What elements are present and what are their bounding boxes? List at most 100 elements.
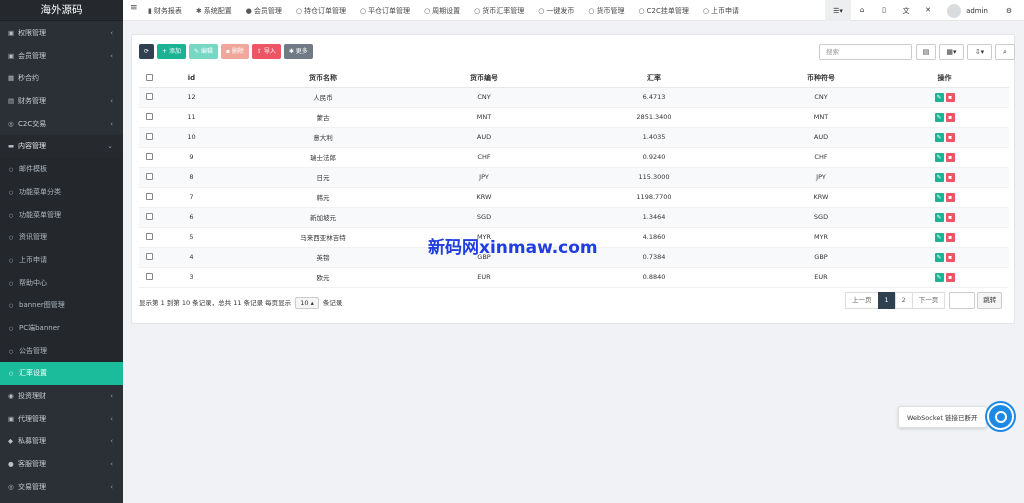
delete-row-icon[interactable]: ▪: [945, 92, 955, 102]
edit-row-icon[interactable]: ✎: [934, 92, 944, 102]
top-nav-item-5[interactable]: ○ 周期设置: [424, 6, 460, 16]
sidebar-item-12[interactable]: ○ banner图管理: [0, 294, 123, 317]
edit-row-icon[interactable]: ✎: [934, 152, 944, 162]
top-nav-item-2[interactable]: ● 会员管理: [246, 6, 282, 16]
table-row[interactable]: 3 欧元 EUR 0.8840 EUR ✎ ▪: [139, 267, 1009, 288]
edit-button[interactable]: ✎ 编辑: [188, 44, 218, 59]
translate-icon[interactable]: 文: [895, 6, 917, 16]
header-symbol[interactable]: 币种符号: [762, 70, 880, 88]
edit-row-icon[interactable]: ✎: [934, 212, 944, 222]
table-row[interactable]: 12 人民币 CNY 6.4713 CNY ✎ ▪: [139, 87, 1009, 108]
delete-row-icon[interactable]: ▪: [945, 252, 955, 262]
delete-row-icon[interactable]: ▪: [945, 172, 955, 182]
edit-row-icon[interactable]: ✎: [934, 192, 944, 202]
edit-row-icon[interactable]: ✎: [934, 272, 944, 282]
home-icon[interactable]: ⌂: [851, 6, 873, 16]
page-2-button[interactable]: 2: [894, 292, 913, 309]
delete-row-icon[interactable]: ▪: [945, 192, 955, 202]
next-page-button[interactable]: 下一页: [911, 292, 946, 309]
header-name[interactable]: 货币名称: [224, 70, 422, 88]
toggle-view-icon[interactable]: ▤: [916, 44, 936, 60]
sidebar-item-3[interactable]: ▤ 财务管理 ‹: [0, 90, 123, 113]
sidebar-item-18[interactable]: ◆ 私募管理 ‹: [0, 430, 123, 453]
top-nav-item-3[interactable]: ○ 持仓订单管理: [296, 6, 346, 16]
search-input[interactable]: 搜索: [819, 44, 912, 60]
sidebar-item-8[interactable]: ○ 功能菜单管理: [0, 203, 123, 227]
table-row[interactable]: 8 日元 JPY 115.3000 JPY ✎ ▪: [139, 167, 1009, 188]
header-code[interactable]: 货币编号: [422, 70, 546, 88]
row-checkbox[interactable]: [139, 207, 159, 228]
jump-page-input[interactable]: [949, 292, 976, 309]
edit-row-icon[interactable]: ✎: [934, 132, 944, 142]
table-row[interactable]: 6 新加坡元 SGD 1.3464 SGD ✎ ▪: [139, 207, 1009, 228]
row-checkbox[interactable]: [139, 127, 159, 148]
sidebar-item-19[interactable]: ● 客服管理 ‹: [0, 453, 123, 476]
top-nav-item-1[interactable]: ✱ 系统配置: [196, 6, 232, 16]
add-button[interactable]: + 添加: [157, 44, 186, 59]
sidebar-item-7[interactable]: ○ 功能菜单分类: [0, 180, 123, 204]
sidebar-item-6[interactable]: ○ 邮件模板: [0, 158, 123, 181]
header-id[interactable]: id: [159, 70, 224, 88]
sidebar-item-5[interactable]: ▬ 内容管理 ⌄: [0, 135, 123, 159]
export-icon[interactable]: ⇩▾: [967, 44, 992, 60]
prev-page-button[interactable]: 上一页: [845, 292, 879, 309]
table-row[interactable]: 11 蒙古 MNT 2851.3400 MNT ✎ ▪: [139, 107, 1009, 128]
menu-toggle-icon[interactable]: ≡: [130, 3, 138, 13]
table-row[interactable]: 10 意大利 AUD 1.4035 AUD ✎ ▪: [139, 127, 1009, 148]
table-row[interactable]: 7 韩元 KRW 1198.7700 KRW ✎ ▪: [139, 187, 1009, 208]
sidebar-item-15[interactable]: ○ 汇率设置: [0, 362, 123, 385]
page-1-button[interactable]: 1: [877, 292, 896, 309]
row-checkbox[interactable]: [139, 147, 159, 168]
edit-row-icon[interactable]: ✎: [934, 112, 944, 122]
top-nav-item-0[interactable]: ▮ 财务报表: [148, 6, 182, 16]
sidebar-item-16[interactable]: ◉ 投资理财 ‹: [0, 385, 123, 408]
row-checkbox[interactable]: [139, 107, 159, 128]
sidebar-item-4[interactable]: ◎ C2C交易 ‹: [0, 113, 123, 136]
edit-row-icon[interactable]: ✎: [934, 232, 944, 242]
search-icon[interactable]: ⌕: [995, 44, 1015, 60]
table-row[interactable]: 9 瑞士法郎 CHF 0.9240 CHF ✎ ▪: [139, 147, 1009, 168]
sidebar-item-9[interactable]: ○ 资讯管理: [0, 226, 123, 249]
import-button[interactable]: ⇪ 导入: [251, 44, 281, 59]
websocket-button[interactable]: [987, 403, 1014, 430]
user-menu[interactable]: admin ⚙: [939, 3, 1024, 18]
header-rate[interactable]: 汇率: [546, 70, 762, 88]
row-checkbox[interactable]: [139, 267, 159, 288]
delete-row-icon[interactable]: ▪: [945, 232, 955, 242]
top-nav-item-7[interactable]: ○ 一键发币: [538, 6, 574, 16]
columns-icon[interactable]: ▦▾: [939, 44, 964, 60]
row-checkbox[interactable]: [139, 167, 159, 188]
sidebar-item-11[interactable]: ○ 帮助中心: [0, 271, 123, 295]
brand-logo[interactable]: 海外源码: [0, 0, 123, 21]
row-checkbox[interactable]: [139, 87, 159, 108]
top-nav-item-6[interactable]: ○ 货币汇率管理: [474, 6, 524, 16]
sidebar-item-1[interactable]: ▣ 会员管理 ‹: [0, 45, 123, 68]
sidebar-item-10[interactable]: ○ 上币申请: [0, 248, 123, 272]
edit-row-icon[interactable]: ✎: [934, 252, 944, 262]
select-all-checkbox[interactable]: [139, 70, 159, 88]
delete-row-icon[interactable]: ▪: [945, 152, 955, 162]
top-nav-item-10[interactable]: ○ 上币申请: [703, 6, 739, 16]
settings-icon[interactable]: ⚙: [998, 7, 1020, 15]
edit-row-icon[interactable]: ✎: [934, 172, 944, 182]
delete-button[interactable]: ▪ 删除: [220, 44, 249, 59]
sidebar-item-17[interactable]: ▣ 代理管理 ‹: [0, 408, 123, 431]
top-nav-item-9[interactable]: ○ C2C挂单管理: [639, 6, 689, 16]
more-button[interactable]: ✱ 更多: [283, 44, 313, 59]
list-menu-icon[interactable]: ☰▾: [825, 0, 852, 21]
fullscreen-icon[interactable]: ✕: [917, 6, 939, 16]
top-nav-item-4[interactable]: ○ 平仓订单管理: [360, 6, 410, 16]
sidebar-item-14[interactable]: ○ 公告管理: [0, 339, 123, 363]
delete-row-icon[interactable]: ▪: [945, 132, 955, 142]
sidebar-item-0[interactable]: ▣ 权限管理 ‹: [0, 22, 123, 45]
top-nav-item-8[interactable]: ○ 货币管理: [588, 6, 624, 16]
row-checkbox[interactable]: [139, 247, 159, 268]
trash-icon[interactable]: ▯: [873, 6, 895, 16]
refresh-button[interactable]: ⟳: [139, 44, 155, 59]
row-checkbox[interactable]: [139, 227, 159, 248]
row-checkbox[interactable]: [139, 187, 159, 208]
delete-row-icon[interactable]: ▪: [945, 112, 955, 122]
sidebar-item-20[interactable]: ◎ 交易管理 ‹: [0, 476, 123, 499]
page-size-select[interactable]: 10 ▴: [295, 297, 319, 309]
delete-row-icon[interactable]: ▪: [945, 212, 955, 222]
